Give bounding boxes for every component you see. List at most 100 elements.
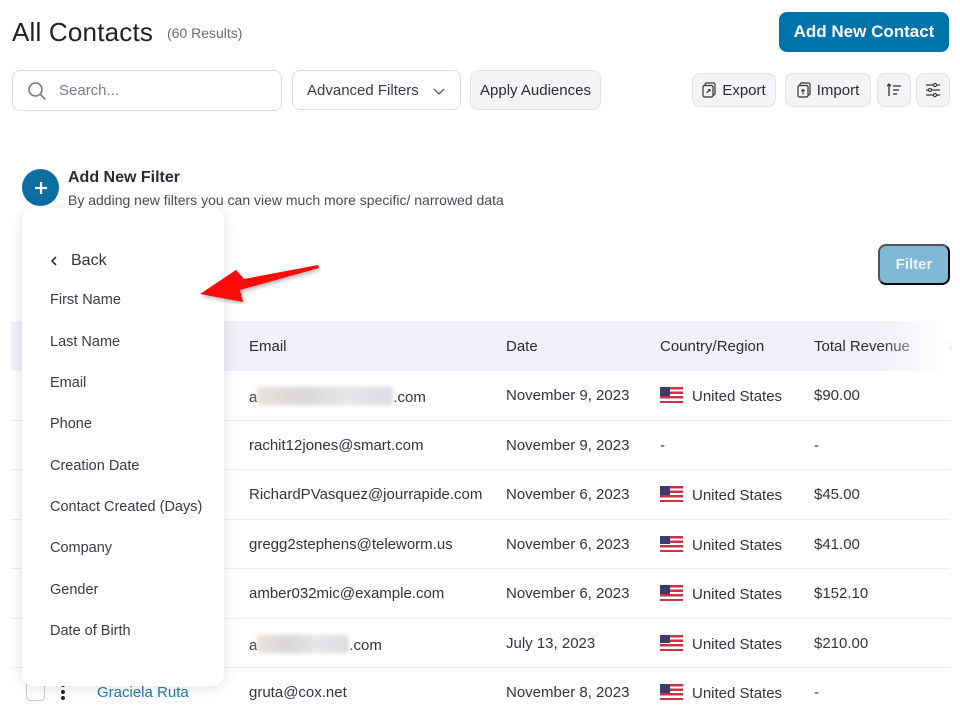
country-cell: United States [660, 486, 782, 504]
country-name: United States [692, 635, 783, 653]
column-settings-button[interactable] [916, 73, 950, 107]
advanced-filters-label: Advanced Filters [307, 81, 419, 99]
export-file-icon [702, 82, 716, 98]
scroll-fade [880, 569, 950, 618]
email-cell: rachit12jones@smart.com [249, 436, 424, 454]
advanced-filters-dropdown[interactable]: Advanced Filters [292, 70, 461, 110]
import-label: Import [816, 81, 860, 99]
page-title: All Contacts [12, 17, 154, 47]
chevron-left-icon [50, 256, 57, 266]
back-button[interactable]: Back [49, 252, 107, 270]
date-cell: November 6, 2023 [506, 535, 630, 553]
us-flag-icon [660, 684, 683, 700]
truncated-cell: - [942, 585, 947, 602]
country-name: United States [692, 685, 783, 702]
add-filter-title: Add New Filter [68, 169, 181, 186]
country-name: - [660, 436, 665, 454]
country-cell: United States [660, 634, 783, 653]
search-input[interactable] [59, 82, 259, 99]
us-flag-icon [660, 585, 683, 601]
email-suffix: .com [349, 636, 382, 654]
import-button[interactable]: Import [785, 73, 871, 107]
email-cell: gregg2stephens@teleworm.us [249, 535, 453, 553]
date-cell: November 9, 2023 [506, 387, 630, 404]
country-name: United States [692, 586, 783, 603]
email-cell: amber032mic@example.com [249, 585, 445, 602]
country-name: United States [692, 487, 783, 504]
date-cell: November 8, 2023 [506, 684, 630, 701]
email-cell: gruta@cox.net [249, 684, 347, 701]
annotation-arrow-icon [200, 265, 319, 302]
add-filter-button[interactable] [22, 169, 59, 206]
results-count: (60 Results) [167, 25, 243, 41]
column-header-country[interactable]: Country/Region [660, 338, 764, 355]
truncated-cell: - [942, 436, 947, 454]
email-cell: RichardPVasquez@jourrapide.com [249, 486, 483, 503]
revenue-cell: $45.00 [814, 486, 860, 503]
date-cell: November 9, 2023 [506, 436, 630, 454]
search-box[interactable] [12, 70, 282, 111]
column-header-email[interactable]: Email [249, 338, 287, 355]
email-prefix: a [249, 389, 258, 406]
country-cell: United States [660, 387, 782, 405]
contact-name-link[interactable]: Graciela Ruta [97, 684, 189, 701]
truncated-cell: - [942, 486, 947, 503]
scroll-fade [880, 470, 950, 519]
truncated-cell: - [942, 387, 947, 404]
filter-button[interactable]: Filter [878, 244, 950, 285]
filter-field-menu: Back First Name Last Name Email Phone Creati… [22, 208, 224, 686]
revenue-cell: $41.00 [814, 535, 860, 553]
country-cell: United States [660, 684, 782, 702]
scroll-fade [880, 371, 950, 420]
scroll-fade [880, 668, 950, 713]
us-flag-icon [660, 634, 683, 651]
country-cell: United States [660, 585, 782, 603]
email-cell: a .com [249, 634, 382, 654]
redacted-blur [257, 634, 350, 653]
email-cell: a .com [249, 387, 426, 406]
filter-field-option[interactable]: Email [50, 375, 86, 391]
filter-field-option[interactable]: Contact Created (Days) [50, 499, 202, 515]
truncated-cell: - [942, 634, 947, 652]
filter-field-option[interactable]: Phone [50, 416, 92, 432]
import-file-icon [797, 82, 811, 98]
add-filter-description: By adding new filters you can view much … [68, 192, 504, 208]
revenue-cell: - [814, 436, 819, 454]
export-button[interactable]: Export [692, 73, 776, 107]
truncated-cell: - [942, 535, 947, 553]
truncated-cell: - [942, 684, 947, 701]
date-cell: November 6, 2023 [506, 486, 630, 503]
date-cell: November 6, 2023 [506, 585, 630, 602]
email-suffix: .com [393, 389, 426, 406]
scroll-fade [880, 618, 950, 667]
revenue-cell: - [814, 684, 819, 701]
filter-field-option[interactable]: Date of Birth [50, 623, 131, 639]
revenue-cell: $152.10 [814, 585, 869, 602]
chevron-down-icon [433, 88, 445, 95]
revenue-cell: $210.00 [814, 634, 869, 652]
filter-field-option[interactable]: Last Name [50, 334, 120, 350]
us-flag-icon [660, 387, 683, 403]
filter-field-option[interactable]: Creation Date [50, 458, 139, 474]
us-flag-icon [660, 535, 683, 552]
apply-audiences-button[interactable]: Apply Audiences [470, 70, 601, 110]
column-header-truncated: S [942, 338, 953, 355]
country-name: United States [692, 388, 783, 405]
filter-field-option[interactable]: Company [50, 540, 112, 556]
date-cell: July 13, 2023 [506, 634, 596, 652]
column-header-date[interactable]: Date [506, 338, 538, 355]
scroll-fade [880, 519, 950, 568]
scroll-fade [880, 420, 950, 469]
filter-field-option[interactable]: First Name [50, 292, 121, 308]
search-icon [28, 81, 46, 100]
us-flag-icon [660, 486, 683, 502]
sort-button[interactable] [877, 73, 911, 107]
add-new-contact-button[interactable]: Add New Contact [779, 12, 949, 52]
column-header-total-revenue[interactable]: Total Revenue [814, 338, 910, 355]
plus-icon [34, 181, 47, 194]
filter-field-option[interactable]: Gender [50, 582, 98, 598]
country-cell: United States [660, 535, 782, 554]
sliders-icon [926, 82, 940, 98]
revenue-cell: $90.00 [814, 387, 860, 404]
export-label: Export [722, 81, 766, 99]
